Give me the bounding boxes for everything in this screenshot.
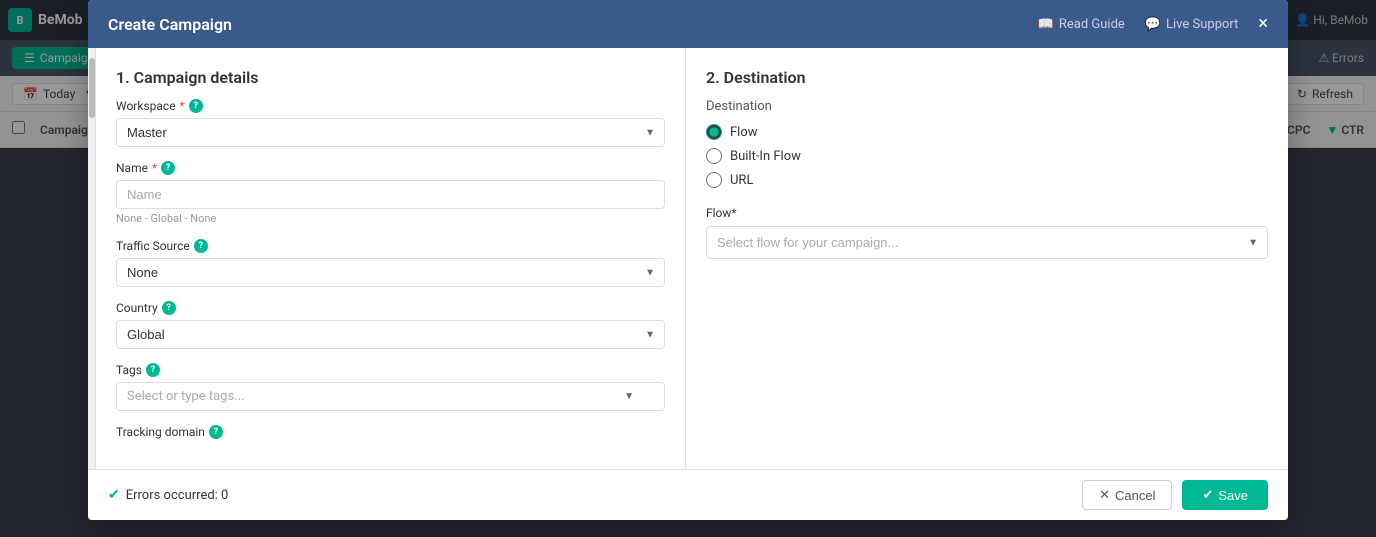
footer-status: ✔ Errors occurred: 0: [108, 487, 228, 503]
traffic-source-group: Traffic Source ? None ▼: [116, 239, 665, 287]
save-button[interactable]: ✔ Save: [1182, 480, 1268, 510]
radio-built-in-flow-label: Built-In Flow: [730, 149, 801, 164]
cancel-button[interactable]: ✕ Cancel: [1082, 480, 1172, 510]
scroll-track: [88, 48, 96, 469]
workspace-help-icon[interactable]: ?: [189, 99, 203, 113]
modal-header: Create Campaign 📖 Read Guide 💬 Live Supp…: [88, 0, 1288, 48]
modal-footer: ✔ Errors occurred: 0 ✕ Cancel ✔ Save: [88, 469, 1288, 520]
book-icon: 📖: [1038, 17, 1054, 32]
read-guide-label: Read Guide: [1059, 17, 1125, 32]
radio-url-input[interactable]: [706, 172, 722, 188]
support-icon: 💬: [1145, 17, 1161, 32]
right-panel: 2. Destination Destination Flow Built-In…: [686, 48, 1288, 469]
traffic-source-select-wrapper: None ▼: [116, 258, 665, 287]
name-help-icon[interactable]: ?: [161, 161, 175, 175]
country-select[interactable]: Global: [116, 320, 665, 349]
footer-actions: ✕ Cancel ✔ Save: [1082, 480, 1268, 510]
tracking-domain-label: Tracking domain ?: [116, 425, 665, 439]
radio-flow-label: Flow: [730, 125, 758, 140]
destination-section-title: Destination: [706, 99, 1268, 114]
error-status-text: Errors occurred: 0: [126, 488, 229, 503]
left-panel-scroll: Workspace * ? Master ▼: [96, 99, 685, 469]
status-ok-icon: ✔: [108, 487, 120, 503]
save-icon: ✔: [1202, 487, 1213, 503]
live-support-label: Live Support: [1166, 17, 1238, 32]
traffic-source-help-icon[interactable]: ?: [194, 239, 208, 253]
flow-select-wrapper: Select flow for your campaign... ▼: [706, 226, 1268, 259]
name-group: Name * ? None - Global - None: [116, 161, 665, 225]
workspace-select-wrapper: Master ▼: [116, 118, 665, 147]
workspace-label: Workspace * ?: [116, 99, 665, 113]
name-input[interactable]: [116, 180, 665, 209]
destination-radio-group: Flow Built-In Flow URL: [706, 124, 1268, 188]
flow-select-group: Flow* Select flow for your campaign... ▼: [706, 206, 1268, 259]
modal-title: Create Campaign: [108, 15, 232, 34]
modal-body: 1. Campaign details Workspace * ? Master: [88, 48, 1288, 469]
country-help-icon[interactable]: ?: [162, 301, 176, 315]
radio-flow-input[interactable]: [706, 124, 722, 140]
modal-close-btn[interactable]: ×: [1258, 15, 1268, 33]
workspace-select[interactable]: Master: [116, 118, 665, 147]
tags-help-icon[interactable]: ?: [146, 363, 160, 377]
flow-label: Flow*: [706, 206, 1268, 220]
name-required: *: [152, 161, 157, 175]
radio-built-in-flow[interactable]: Built-In Flow: [706, 148, 1268, 164]
flow-select[interactable]: Select flow for your campaign...: [706, 226, 1268, 259]
country-label: Country ?: [116, 301, 665, 315]
tracking-domain-help-icon[interactable]: ?: [209, 425, 223, 439]
tags-input[interactable]: Select or type tags... ▼: [116, 382, 665, 411]
tags-label: Tags ?: [116, 363, 665, 377]
name-label: Name * ?: [116, 161, 665, 175]
modal-header-actions: 📖 Read Guide 💬 Live Support ×: [1038, 15, 1268, 33]
workspace-group: Workspace * ? Master ▼: [116, 99, 665, 147]
tags-chevron-icon: ▼: [624, 391, 634, 402]
left-panel: 1. Campaign details Workspace * ? Master: [96, 48, 686, 469]
cancel-icon: ✕: [1099, 487, 1110, 503]
tags-placeholder: Select or type tags...: [127, 389, 244, 404]
left-panel-title: 1. Campaign details: [96, 48, 685, 99]
traffic-source-label: Traffic Source ?: [116, 239, 665, 253]
radio-url-label: URL: [730, 173, 753, 188]
create-campaign-modal: Create Campaign 📖 Read Guide 💬 Live Supp…: [88, 0, 1288, 520]
country-select-wrapper: Global ▼: [116, 320, 665, 349]
right-panel-content: Destination Flow Built-In Flow: [686, 99, 1288, 469]
right-panel-title: 2. Destination: [686, 48, 1288, 99]
modal-overlay: Create Campaign 📖 Read Guide 💬 Live Supp…: [0, 0, 1376, 537]
radio-url[interactable]: URL: [706, 172, 1268, 188]
save-label: Save: [1218, 488, 1248, 503]
country-group: Country ? Global ▼: [116, 301, 665, 349]
traffic-source-select[interactable]: None: [116, 258, 665, 287]
tags-group: Tags ? Select or type tags... ▼: [116, 363, 665, 411]
workspace-required: *: [180, 99, 185, 113]
name-hint: None - Global - None: [116, 212, 665, 225]
live-support-link[interactable]: 💬 Live Support: [1145, 17, 1239, 32]
tags-select-wrapper: Select or type tags... ▼: [116, 382, 665, 411]
tracking-domain-group: Tracking domain ?: [116, 425, 665, 439]
read-guide-link[interactable]: 📖 Read Guide: [1038, 17, 1125, 32]
radio-flow[interactable]: Flow: [706, 124, 1268, 140]
radio-built-in-flow-input[interactable]: [706, 148, 722, 164]
cancel-label: Cancel: [1115, 488, 1155, 503]
scroll-thumb: [89, 58, 95, 118]
